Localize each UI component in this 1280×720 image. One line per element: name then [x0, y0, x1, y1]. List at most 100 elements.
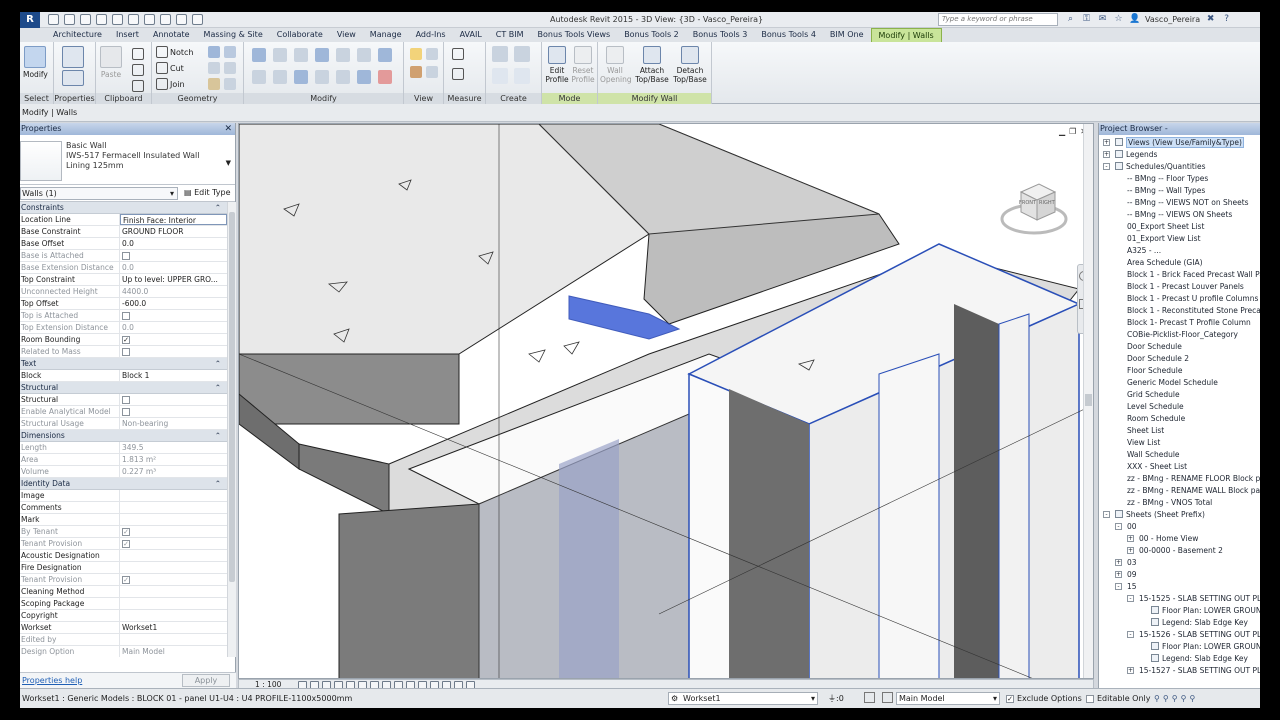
tab-bim-one[interactable]: BIM One: [823, 28, 871, 42]
app-logo[interactable]: R: [20, 12, 40, 28]
instance-selector[interactable]: Walls (1) ▾: [20, 187, 178, 200]
properties-button[interactable]: [62, 46, 84, 70]
browser-item[interactable]: Block 1 - Reconstituted Stone Precas: [1099, 305, 1260, 317]
tab-manage[interactable]: Manage: [363, 28, 409, 42]
property-value[interactable]: 0.0: [120, 238, 227, 249]
print-icon[interactable]: [112, 14, 123, 25]
split-icon[interactable]: [273, 70, 287, 84]
join-button[interactable]: Join: [156, 78, 185, 90]
section-identity-data[interactable]: Identity Data ⌃: [20, 478, 227, 490]
expand-icon[interactable]: +: [1127, 667, 1134, 674]
subscription-icon[interactable]: ⚿: [1081, 14, 1092, 25]
cut-geometry-button[interactable]: Cut: [156, 62, 184, 74]
section-structural[interactable]: Structural ⌃: [20, 382, 227, 394]
expand-icon[interactable]: +: [1115, 571, 1122, 578]
browser-item[interactable]: Grid Schedule: [1099, 389, 1260, 401]
linework-icon[interactable]: [410, 66, 422, 78]
properties-scrollbar[interactable]: [227, 202, 236, 657]
edit-type-button[interactable]: ▤ Edit Type: [184, 187, 231, 199]
browser-item[interactable]: Block 1 - Precast U profile Columns: [1099, 293, 1260, 305]
browser-item[interactable]: -15: [1099, 581, 1260, 593]
browser-item[interactable]: COBie-Picklist-Floor_Category: [1099, 329, 1260, 341]
property-value[interactable]: [120, 598, 227, 609]
scroll-thumb[interactable]: [1085, 394, 1092, 406]
browser-item[interactable]: Sheet List: [1099, 425, 1260, 437]
paint-icon[interactable]: [224, 46, 236, 58]
notch-button[interactable]: Notch: [156, 46, 193, 58]
exchange-icon[interactable]: ✖: [1205, 14, 1216, 25]
browser-item[interactable]: 00_Export Sheet List: [1099, 221, 1260, 233]
collapse-icon[interactable]: ⌃: [215, 202, 221, 213]
browser-item[interactable]: +00 - Home View: [1099, 533, 1260, 545]
beam-joins-icon[interactable]: [224, 78, 236, 90]
align-icon[interactable]: [252, 48, 266, 62]
tab-massing-site[interactable]: Massing & Site: [197, 28, 270, 42]
wall-opening-button[interactable]: Wall Opening: [600, 46, 632, 84]
tab-bonus-tools-3[interactable]: Bonus Tools 3: [686, 28, 755, 42]
tab-avail[interactable]: AVAIL: [453, 28, 489, 42]
user-name[interactable]: Vasco_Pereira: [1145, 15, 1200, 24]
detach-top-base-button[interactable]: Detach Top/Base: [672, 46, 708, 84]
browser-item[interactable]: Legend: Slab Edge Key: [1099, 617, 1260, 629]
expand-icon[interactable]: +: [1103, 151, 1110, 158]
editable-only-toggle[interactable]: Editable Only: [1086, 693, 1150, 704]
property-value[interactable]: Finish Face: Interior: [120, 214, 227, 225]
help-icon[interactable]: ?: [1221, 14, 1232, 25]
edit-profile-button[interactable]: Edit Profile: [544, 46, 570, 84]
close-windows-icon[interactable]: [192, 14, 203, 25]
browser-item[interactable]: Area Schedule (GIA): [1099, 257, 1260, 269]
save-icon[interactable]: [64, 14, 75, 25]
expand-icon[interactable]: +: [1127, 547, 1134, 554]
browser-item[interactable]: Wall Schedule: [1099, 449, 1260, 461]
expand-icon[interactable]: +: [1115, 559, 1122, 566]
tab-modify-walls[interactable]: Modify | Walls: [870, 28, 942, 42]
collapse-icon[interactable]: -: [1103, 511, 1110, 518]
tab-insert[interactable]: Insert: [109, 28, 146, 42]
browser-item[interactable]: -00: [1099, 521, 1260, 533]
tab-collaborate[interactable]: Collaborate: [270, 28, 330, 42]
expand-icon[interactable]: +: [1127, 535, 1134, 542]
close-icon[interactable]: ✕: [224, 123, 232, 135]
browser-item[interactable]: A325 - ...: [1099, 245, 1260, 257]
copy-icon[interactable]: [357, 48, 371, 62]
restore-icon[interactable]: ❐: [1069, 127, 1076, 136]
collapse-icon[interactable]: -: [1127, 631, 1134, 638]
property-value[interactable]: [120, 550, 227, 561]
tab-annotate[interactable]: Annotate: [146, 28, 197, 42]
chevron-down-icon[interactable]: ▼: [226, 159, 231, 167]
property-value[interactable]: Workset1: [120, 622, 227, 633]
browser-item[interactable]: Block 1 - Brick Faced Precast Wall Pa: [1099, 269, 1260, 281]
browser-item[interactable]: Legend: Slab Edge Key: [1099, 653, 1260, 665]
type-selector[interactable]: Basic Wall IWS-517 Fermacell Insulated W…: [20, 135, 235, 185]
apply-button[interactable]: Apply: [182, 674, 230, 687]
wall-joins-icon[interactable]: [208, 62, 220, 74]
3d-view-icon[interactable]: [160, 14, 171, 25]
property-value[interactable]: [120, 502, 227, 513]
measure-icon[interactable]: [128, 14, 139, 25]
remove-paint-icon[interactable]: [208, 78, 220, 90]
move-icon[interactable]: [336, 48, 350, 62]
browser-item[interactable]: XXX - Sheet List: [1099, 461, 1260, 473]
property-value[interactable]: ✓: [120, 334, 227, 345]
editable-only-checkbox[interactable]: [1086, 694, 1094, 703]
viewcube[interactable]: FRONT RIGHT: [999, 174, 1069, 244]
create-similar-icon[interactable]: [514, 68, 530, 84]
user-icon[interactable]: 👤: [1129, 14, 1140, 25]
tab-bonus-tools-2[interactable]: Bonus Tools 2: [617, 28, 686, 42]
editing-requests-icon[interactable]: [864, 692, 875, 703]
scroll-thumb[interactable]: [229, 212, 235, 582]
browser-item[interactable]: -- BMng -- Floor Types: [1099, 173, 1260, 185]
property-value[interactable]: [120, 394, 227, 405]
tab-ct-bim[interactable]: CT BIM: [489, 28, 531, 42]
select-dropdown[interactable]: Select: [20, 93, 53, 104]
browser-item[interactable]: View List: [1099, 437, 1260, 449]
communication-icon[interactable]: ✉: [1097, 14, 1108, 25]
browser-item[interactable]: Level Schedule: [1099, 401, 1260, 413]
tab-view[interactable]: View: [330, 28, 363, 42]
properties-help-link[interactable]: Properties help: [22, 676, 82, 685]
collapse-icon[interactable]: ⌃: [215, 358, 221, 369]
browser-item[interactable]: +03: [1099, 557, 1260, 569]
collapse-icon[interactable]: ⌃: [215, 430, 221, 441]
undo-icon[interactable]: [80, 14, 91, 25]
paste-button[interactable]: Paste: [100, 46, 122, 79]
